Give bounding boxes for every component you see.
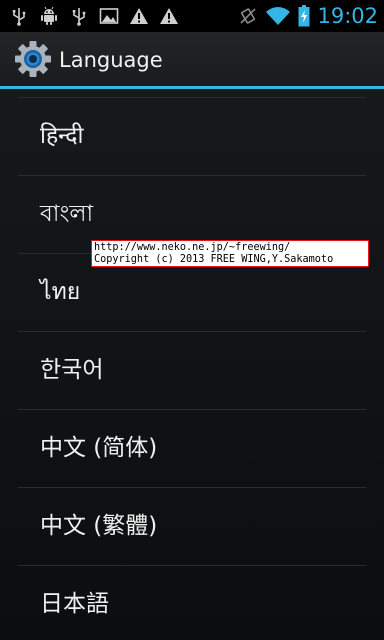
language-list[interactable]: हिन्दी বাংলা ไทย 한국어 中文 (简体) 中文 (繁體) 日本語 — [0, 89, 384, 640]
notification-icons — [8, 4, 180, 28]
vibrate-icon — [237, 5, 259, 27]
list-item[interactable]: 中文 (繁體) — [0, 488, 384, 565]
page-title: Language — [59, 48, 163, 72]
language-label: 中文 (繁體) — [40, 513, 158, 539]
overlay-url: http://www.neko.ne.jp/~freewing/ — [94, 242, 291, 253]
image-icon — [98, 5, 120, 27]
android-debug-icon — [38, 5, 60, 27]
status-bar: 19:02 — [0, 0, 384, 32]
list-item[interactable]: हिन्दी — [0, 98, 384, 175]
warning-icon — [158, 5, 180, 27]
list-item[interactable]: 한국어 — [0, 332, 384, 409]
language-label: हिन्दी — [40, 123, 84, 149]
list-item[interactable]: 日本語 — [0, 566, 384, 640]
clock: 19:02 — [317, 4, 378, 28]
language-label: 한국어 — [40, 357, 104, 383]
overlay-copyright: Copyright (c) 2013 FREE WING,Y.Sakamoto — [94, 254, 334, 265]
language-label: বাংলা — [40, 201, 94, 227]
usb-icon — [8, 5, 30, 27]
language-label: ไทย — [40, 279, 81, 305]
list-item[interactable]: 中文 (简体) — [0, 410, 384, 487]
wifi-icon — [265, 5, 291, 27]
warning-icon — [128, 5, 150, 27]
language-label: 日本語 — [40, 591, 109, 617]
action-bar — [0, 32, 384, 86]
battery-charging-icon — [297, 5, 311, 27]
settings-gear-icon[interactable] — [14, 40, 52, 78]
system-icons: 19:02 — [237, 0, 378, 32]
copyright-overlay: http://www.neko.ne.jp/~freewing/ Copyrig… — [91, 240, 369, 267]
language-label: 中文 (简体) — [40, 435, 158, 461]
usb-icon — [68, 5, 90, 27]
